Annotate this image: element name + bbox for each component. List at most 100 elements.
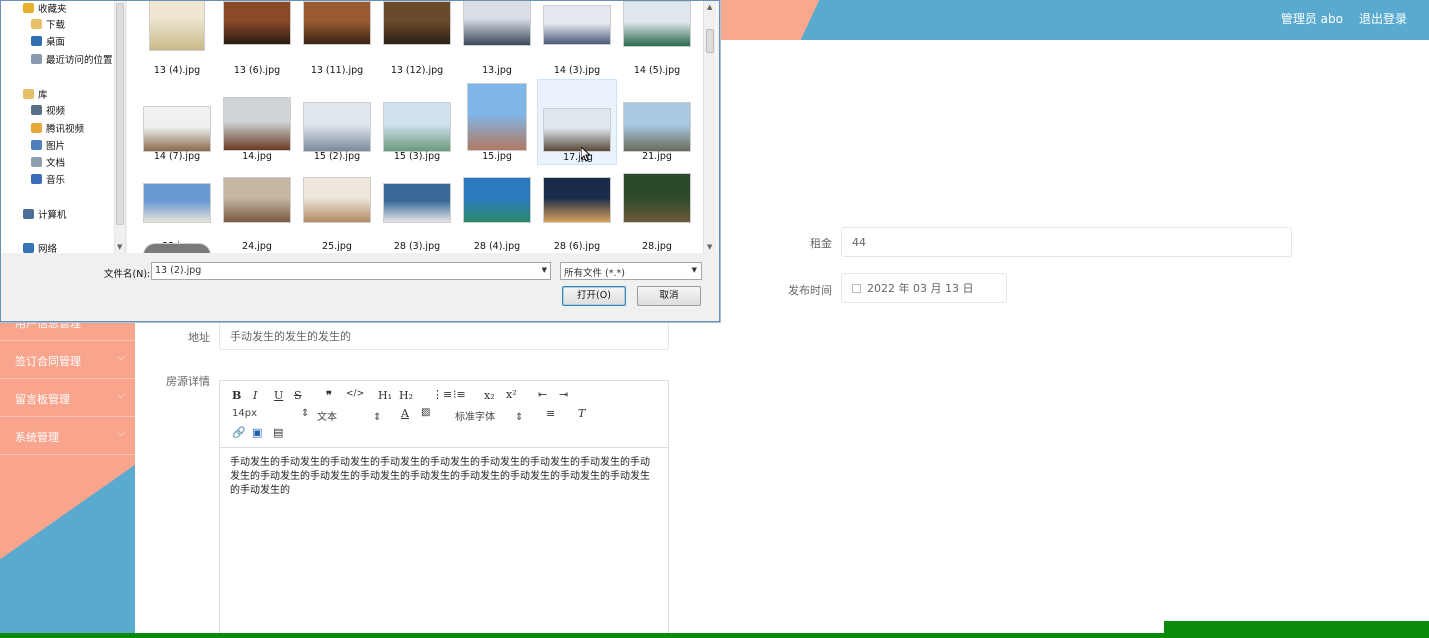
nav-item-label: 音乐	[46, 175, 66, 186]
rent-input[interactable]: 44	[841, 227, 1292, 257]
sidebar-item-system[interactable]: 系统管理 ⌵	[0, 417, 135, 455]
file-item[interactable]: 17.jpg	[537, 79, 617, 165]
sidebar-item-messages[interactable]: 留言板管理 ⌵	[0, 379, 135, 417]
nav-item-3[interactable]: 最近访问的位置	[31, 52, 113, 66]
file-item[interactable]: 13.jpg	[457, 1, 537, 76]
scroll-up-icon[interactable]: ▲	[707, 3, 712, 11]
quote-icon[interactable]: ❞	[326, 389, 332, 402]
file-item[interactable]: 21.jpg	[617, 79, 697, 165]
scroll-down-icon[interactable]: ▼	[117, 243, 122, 251]
file-item[interactable]: 28.jpg	[617, 169, 697, 253]
file-item-partial[interactable]	[143, 243, 211, 253]
file-item[interactable]: 25.jpg	[297, 169, 377, 253]
file-item[interactable]: 14 (5).jpg	[617, 1, 697, 76]
file-item[interactable]: 28 (6).jpg	[537, 169, 617, 253]
text-type-select[interactable]: 文本 ⇕	[317, 408, 381, 423]
subscript-icon[interactable]: x₂	[484, 389, 495, 402]
font-size-select[interactable]: 14px ⇕	[232, 408, 309, 419]
file-item[interactable]: 15 (3).jpg	[377, 79, 457, 165]
clear-format-icon[interactable]: T	[578, 407, 585, 420]
file-name: 14 (3).jpg	[553, 65, 601, 76]
video-embed-icon[interactable]: ▤	[273, 426, 283, 439]
nav-item-7[interactable]: 图片	[31, 138, 65, 152]
nav-item-label: 最近访问的位置	[46, 55, 113, 66]
file-name: 17.jpg	[563, 152, 593, 163]
font-color-icon[interactable]: A	[401, 407, 409, 420]
editor-content[interactable]: 手动发生的手动发生的手动发生的手动发生的手动发生的手动发生的手动发生的手动发生的…	[220, 448, 668, 506]
ordered-list-icon[interactable]: ⋮≡	[432, 388, 452, 401]
file-scrollbar[interactable]: ▲ ▼	[703, 1, 716, 253]
nav-item-6[interactable]: 腾讯视频	[31, 121, 84, 135]
code-icon[interactable]: </>	[346, 389, 364, 399]
nav-item-5[interactable]: 视频	[31, 103, 65, 117]
publish-time-picker[interactable]: 2022 年 03 月 13 日	[841, 273, 1007, 303]
file-thumbnail	[463, 1, 531, 46]
open-button[interactable]: 打开(O)	[562, 286, 626, 306]
download-folder-icon	[31, 19, 42, 29]
documents-icon	[31, 157, 42, 167]
nav-scrollbar-thumb[interactable]	[116, 3, 124, 225]
nav-item-2[interactable]: 桌面	[31, 34, 65, 48]
file-item[interactable]: 24.jpg	[217, 169, 297, 253]
nav-item-9[interactable]: 音乐	[31, 172, 65, 186]
file-item[interactable]: 28 (4).jpg	[457, 169, 537, 253]
align-icon[interactable]: ≡	[546, 407, 555, 420]
recent-places-icon	[31, 54, 42, 64]
file-name: 28.jpg	[642, 241, 672, 252]
underline-icon[interactable]: U	[274, 389, 283, 402]
file-name: 14 (5).jpg	[633, 65, 681, 76]
outdent-icon[interactable]: ⇤	[538, 388, 547, 401]
scroll-down-icon[interactable]: ▼	[707, 243, 712, 251]
file-thumbnail	[223, 97, 291, 151]
link-icon[interactable]: 🔗	[232, 426, 246, 439]
file-scrollbar-thumb[interactable]	[706, 29, 714, 53]
file-thumbnail	[223, 1, 291, 45]
file-item[interactable]: 13 (12).jpg	[377, 1, 457, 76]
sidebar-item-contract[interactable]: 签订合同管理 ⌵	[0, 341, 135, 379]
filetype-select[interactable]: 所有文件 (*.*) ▼	[560, 262, 702, 280]
cancel-button[interactable]: 取消	[637, 286, 701, 306]
nav-item-label: 图片	[46, 141, 66, 152]
file-thumbnail	[623, 102, 691, 152]
image-icon[interactable]: ▣	[252, 426, 262, 439]
logout-link[interactable]: 退出登录	[1359, 10, 1407, 27]
desktop-icon	[31, 36, 42, 46]
nav-item-10[interactable]: 计算机	[23, 207, 67, 221]
heading1-icon[interactable]: H₁	[378, 389, 392, 402]
font-family-select[interactable]: 标准字体 ⇕	[455, 408, 523, 423]
bold-icon[interactable]: B	[232, 389, 241, 402]
file-item[interactable]: 13 (6).jpg	[217, 1, 297, 76]
file-thumbnail	[143, 106, 211, 152]
file-name: 28 (4).jpg	[473, 241, 521, 252]
nav-item-0[interactable]: 收藏夹	[23, 1, 67, 15]
address-input[interactable]: 手动发生的发生的发生的	[219, 321, 669, 350]
rent-value: 44	[852, 235, 866, 249]
filename-input[interactable]: 13 (2).jpg ▼	[151, 262, 551, 280]
background-color-icon[interactable]: ▨	[421, 407, 430, 418]
file-item[interactable]: 15.jpg	[457, 79, 537, 165]
file-thumbnail	[383, 183, 451, 223]
file-item[interactable]: 22.jpg	[137, 169, 217, 253]
strikethrough-icon[interactable]: S	[294, 389, 302, 402]
chevron-down-icon[interactable]: ▼	[542, 266, 547, 274]
file-name: 14.jpg	[242, 151, 272, 162]
nav-scrollbar[interactable]: ▼	[114, 1, 125, 253]
file-item[interactable]: 14 (3).jpg	[537, 1, 617, 76]
file-item[interactable]: 13 (4).jpg	[137, 1, 217, 76]
nav-item-8[interactable]: 文档	[31, 155, 65, 169]
file-item[interactable]: 14.jpg	[217, 79, 297, 165]
file-item[interactable]: 14 (7).jpg	[137, 79, 217, 165]
bullet-list-icon[interactable]: ⁝≡	[453, 388, 466, 401]
file-item[interactable]: 13 (11).jpg	[297, 1, 377, 76]
heading2-icon[interactable]: H₂	[399, 389, 413, 402]
italic-icon[interactable]: I	[253, 389, 257, 402]
file-item[interactable]: 15 (2).jpg	[297, 79, 377, 165]
indent-icon[interactable]: ⇥	[559, 388, 568, 401]
nav-item-4[interactable]: 库	[23, 87, 48, 101]
publish-time-label: 发布时间	[788, 284, 832, 297]
file-item[interactable]: 28 (3).jpg	[377, 169, 457, 253]
superscript-icon[interactable]: x²	[506, 388, 517, 401]
file-thumbnail	[303, 177, 371, 223]
nav-item-1[interactable]: 下载	[31, 17, 65, 31]
chevron-down-icon: ⌵	[117, 428, 125, 439]
